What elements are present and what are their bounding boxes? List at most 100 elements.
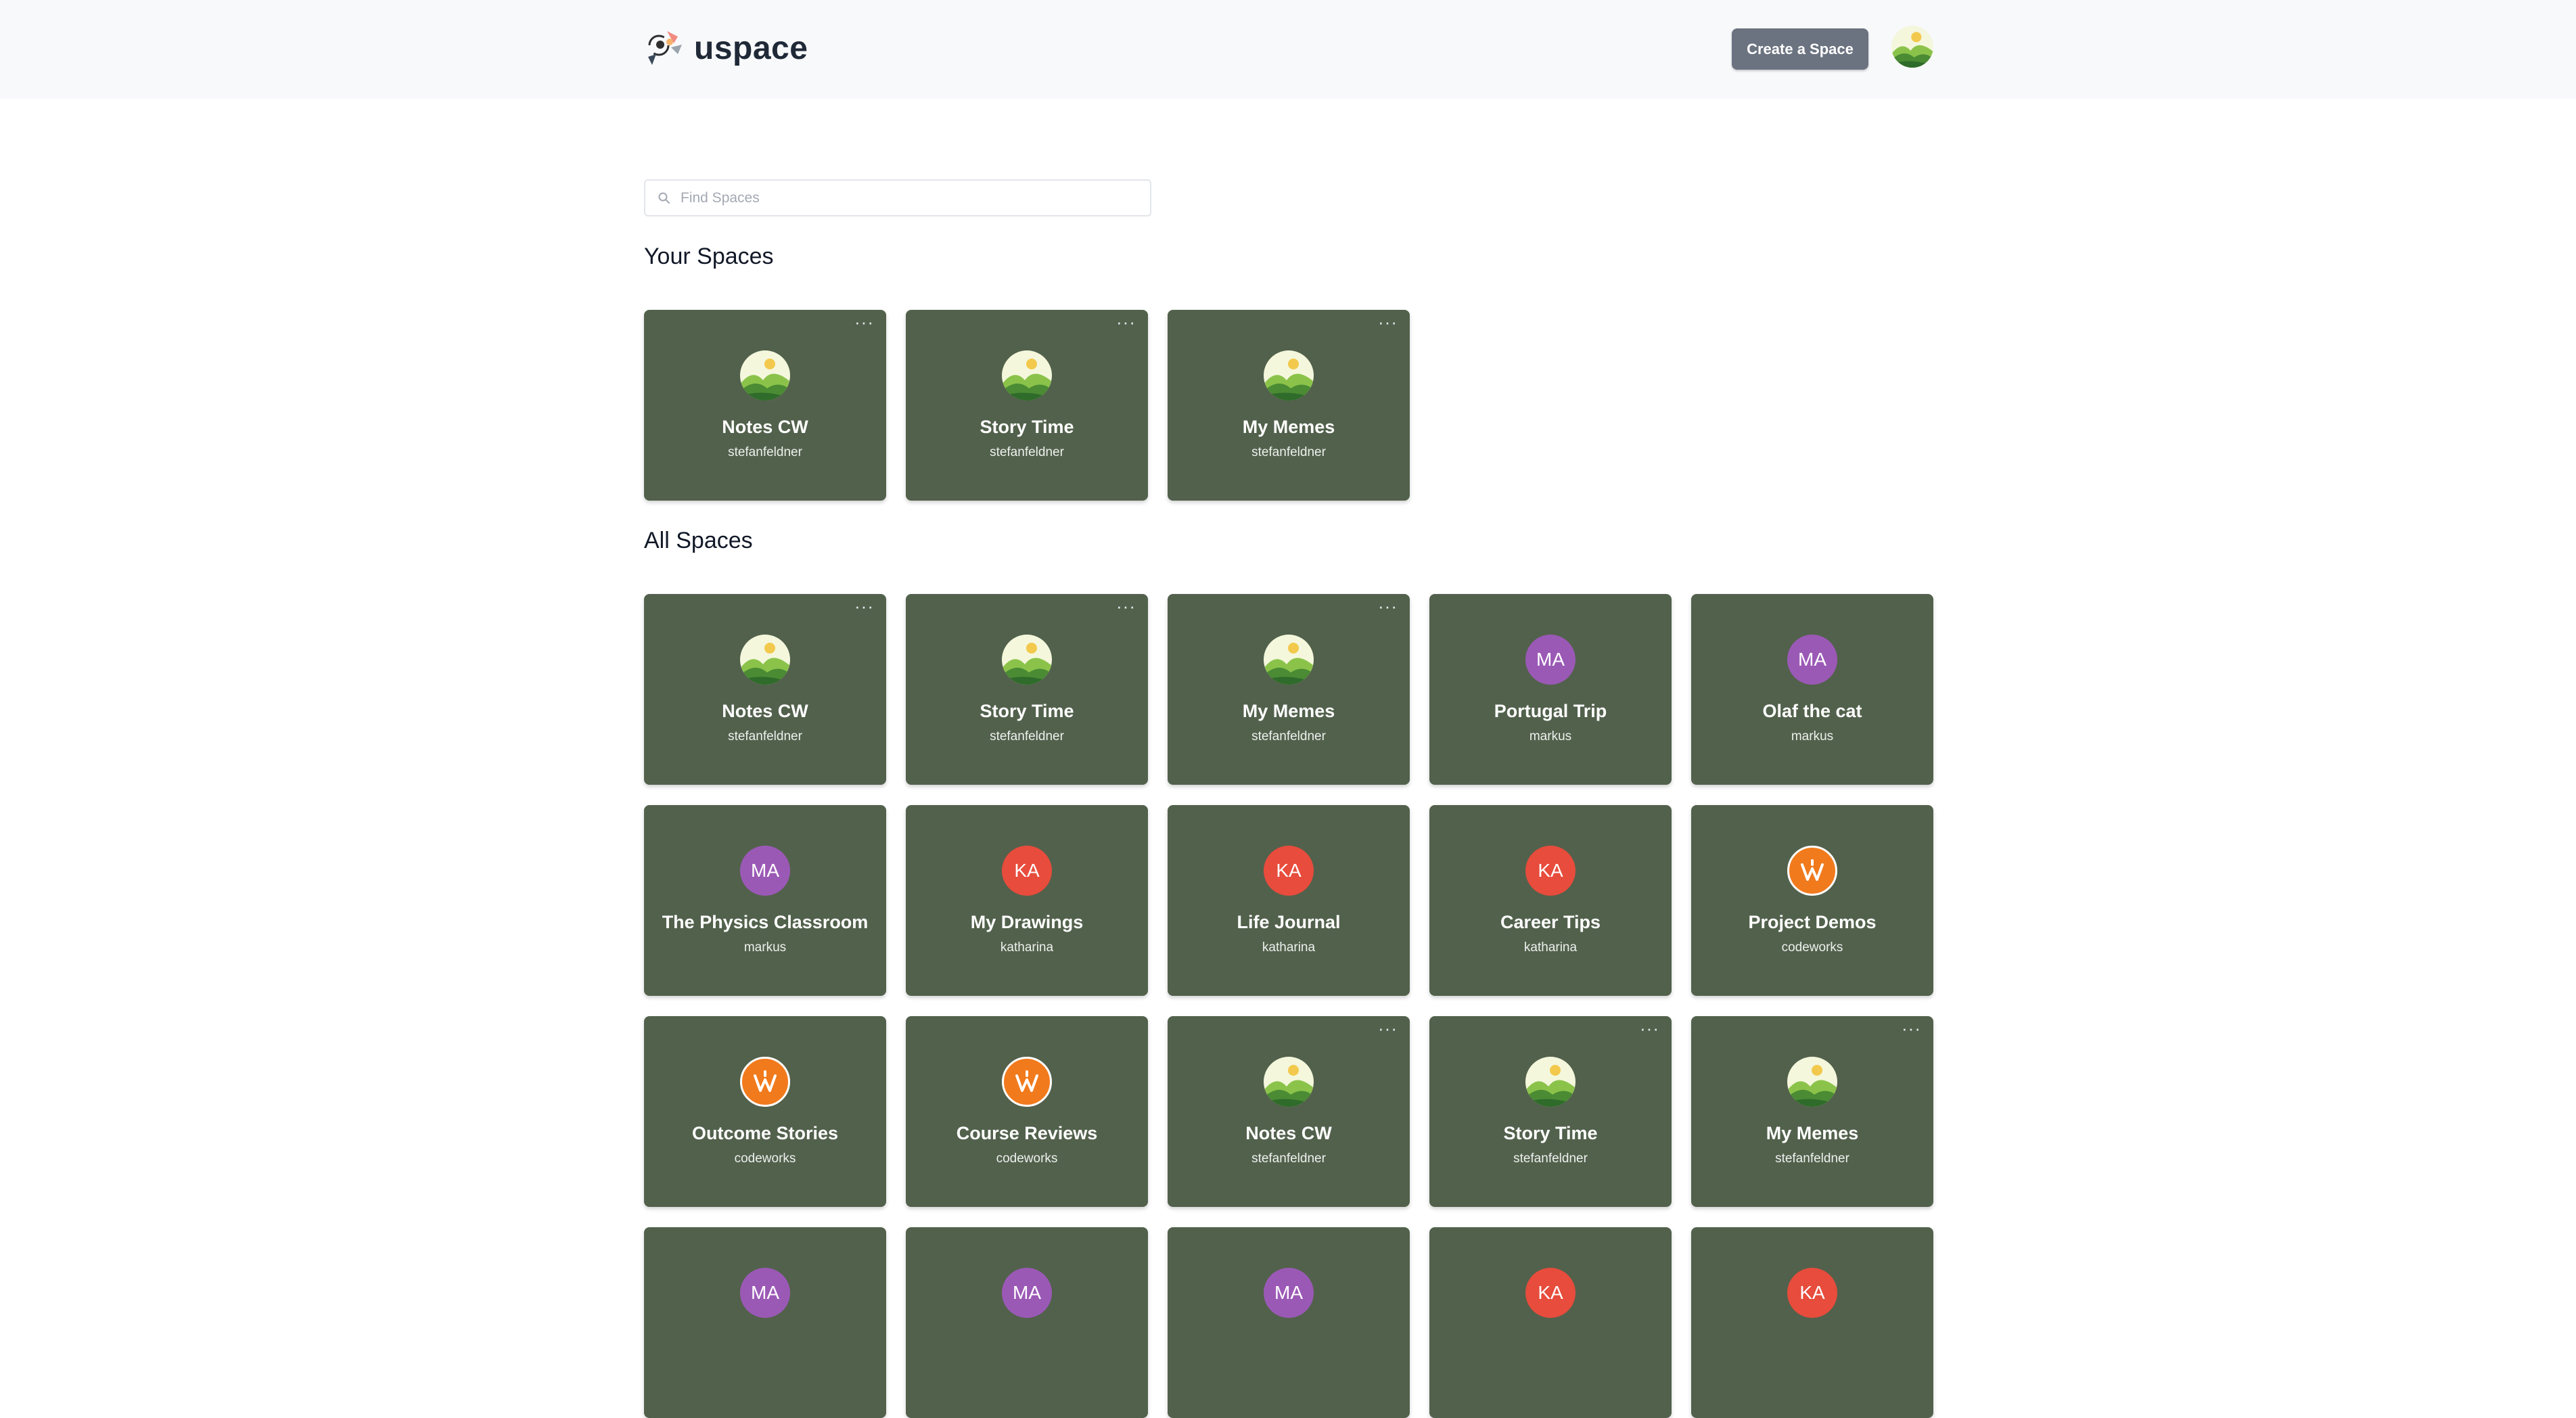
avatar-initials: MA: [1798, 649, 1826, 670]
find-spaces-search[interactable]: [644, 179, 1151, 216]
space-title: Olaf the cat: [1762, 701, 1862, 721]
user-avatar[interactable]: [1891, 26, 1933, 68]
your-spaces-heading: Your Spaces: [644, 244, 774, 269]
space-owner: stefanfeldner: [1251, 1151, 1326, 1166]
space-avatar: [1002, 1057, 1052, 1107]
space-card[interactable]: ··· Notes CW stefanfeldner: [644, 594, 886, 785]
landscape-avatar-icon: [1002, 350, 1052, 401]
avatar-initials: KA: [1538, 860, 1563, 881]
space-owner: katharina: [1523, 940, 1578, 955]
space-card[interactable]: KA: [1429, 1227, 1672, 1418]
space-card[interactable]: Project Demos codeworks: [1691, 805, 1933, 996]
avatar-initials: MA: [751, 860, 779, 881]
more-options-icon[interactable]: ···: [854, 313, 874, 331]
landscape-avatar-icon: [1264, 350, 1314, 401]
space-avatar: MA: [1002, 1268, 1052, 1318]
space-card[interactable]: MA: [644, 1227, 886, 1418]
space-card[interactable]: KA Career Tips katharina: [1429, 805, 1672, 996]
space-card[interactable]: ··· My Memes stefanfeldner: [1168, 310, 1410, 501]
space-owner: stefanfeldner: [1775, 1151, 1849, 1166]
space-title: Career Tips: [1500, 912, 1601, 932]
more-options-icon[interactable]: ···: [1378, 1020, 1398, 1037]
avatar-initials: KA: [1538, 1282, 1563, 1303]
space-avatar: [1525, 1057, 1576, 1107]
space-avatar: KA: [1002, 846, 1052, 896]
avatar-initials: KA: [1276, 860, 1302, 881]
space-title: Story Time: [980, 701, 1074, 721]
space-avatar: [1264, 1057, 1314, 1107]
avatar-initials: MA: [1536, 649, 1565, 670]
space-title: My Drawings: [970, 912, 1084, 932]
more-options-icon[interactable]: ···: [1378, 313, 1398, 331]
space-card[interactable]: ··· My Memes stefanfeldner: [1168, 594, 1410, 785]
space-owner: stefanfeldner: [1513, 1151, 1588, 1166]
space-card[interactable]: MA: [906, 1227, 1148, 1418]
landscape-avatar-icon: [740, 350, 790, 401]
space-card[interactable]: Outcome Stories codeworks: [644, 1016, 886, 1207]
space-avatar: [1264, 350, 1314, 401]
codeworks-logo-icon: [1015, 1070, 1038, 1092]
space-card[interactable]: Course Reviews codeworks: [906, 1016, 1148, 1207]
space-owner: markus: [1791, 729, 1834, 744]
space-owner: stefanfeldner: [728, 445, 802, 459]
space-avatar: [740, 350, 790, 401]
more-options-icon[interactable]: ···: [1116, 597, 1136, 615]
space-avatar: MA: [740, 846, 790, 896]
space-title: Outcome Stories: [691, 1123, 839, 1143]
space-card[interactable]: KA Life Journal katharina: [1168, 805, 1410, 996]
uspace-logo-icon: [648, 31, 682, 65]
space-avatar: MA: [1264, 1268, 1314, 1318]
space-owner: codeworks: [1781, 940, 1843, 955]
space-title: Course Reviews: [956, 1123, 1098, 1143]
space-owner: markus: [1529, 729, 1572, 744]
more-options-icon[interactable]: ···: [1116, 313, 1136, 331]
space-title: My Memes: [1242, 417, 1335, 437]
space-card[interactable]: MA: [1168, 1227, 1410, 1418]
brand-logo[interactable]: uspace: [644, 26, 808, 70]
more-options-icon[interactable]: ···: [854, 597, 874, 615]
more-options-icon[interactable]: ···: [1902, 1020, 1921, 1037]
more-options-icon[interactable]: ···: [1378, 597, 1398, 615]
landscape-avatar-icon: [1525, 1057, 1576, 1107]
space-owner: katharina: [1000, 940, 1054, 955]
space-title: My Memes: [1766, 1123, 1859, 1143]
space-card[interactable]: ··· My Memes stefanfeldner: [1691, 1016, 1933, 1207]
create-space-button[interactable]: Create a Space: [1732, 28, 1868, 70]
space-avatar: MA: [1525, 635, 1576, 685]
space-owner: stefanfeldner: [990, 445, 1064, 459]
space-title: Project Demos: [1748, 912, 1877, 932]
top-header: uspace Create a Space: [0, 0, 2576, 99]
space-avatar: [1002, 635, 1052, 685]
space-card[interactable]: KA My Drawings katharina: [906, 805, 1148, 996]
space-owner: stefanfeldner: [728, 729, 802, 744]
codeworks-logo-icon: [1801, 859, 1824, 881]
space-card[interactable]: KA: [1691, 1227, 1933, 1418]
space-card[interactable]: MA Portugal Trip markus: [1429, 594, 1672, 785]
space-card[interactable]: ··· Story Time stefanfeldner: [906, 594, 1148, 785]
space-title: Notes CW: [1245, 1123, 1332, 1143]
space-card[interactable]: MA Olaf the cat markus: [1691, 594, 1933, 785]
landscape-avatar-icon: [1002, 635, 1052, 685]
space-owner: stefanfeldner: [990, 729, 1064, 744]
space-card[interactable]: MA The Physics Classroom markus: [644, 805, 886, 996]
avatar-initials: KA: [1014, 860, 1040, 881]
more-options-icon[interactable]: ···: [1640, 1020, 1659, 1037]
space-card[interactable]: ··· Story Time stefanfeldner: [906, 310, 1148, 501]
space-avatar: [740, 635, 790, 685]
space-card[interactable]: ··· Notes CW stefanfeldner: [1168, 1016, 1410, 1207]
space-card[interactable]: ··· Notes CW stefanfeldner: [644, 310, 886, 501]
avatar-initials: MA: [751, 1282, 779, 1303]
space-owner: markus: [743, 940, 787, 955]
space-title: Notes CW: [722, 701, 808, 721]
space-avatar: [1002, 350, 1052, 401]
search-icon: [658, 192, 670, 204]
space-title: My Memes: [1242, 701, 1335, 721]
landscape-avatar-icon: [740, 635, 790, 685]
space-card[interactable]: ··· Story Time stefanfeldner: [1429, 1016, 1672, 1207]
space-avatar: MA: [1787, 635, 1837, 685]
space-avatar: KA: [1525, 1268, 1576, 1318]
search-input[interactable]: [681, 189, 1150, 206]
space-title: Story Time: [980, 417, 1074, 437]
avatar-initials: MA: [1013, 1282, 1041, 1303]
space-avatar: KA: [1264, 846, 1314, 896]
